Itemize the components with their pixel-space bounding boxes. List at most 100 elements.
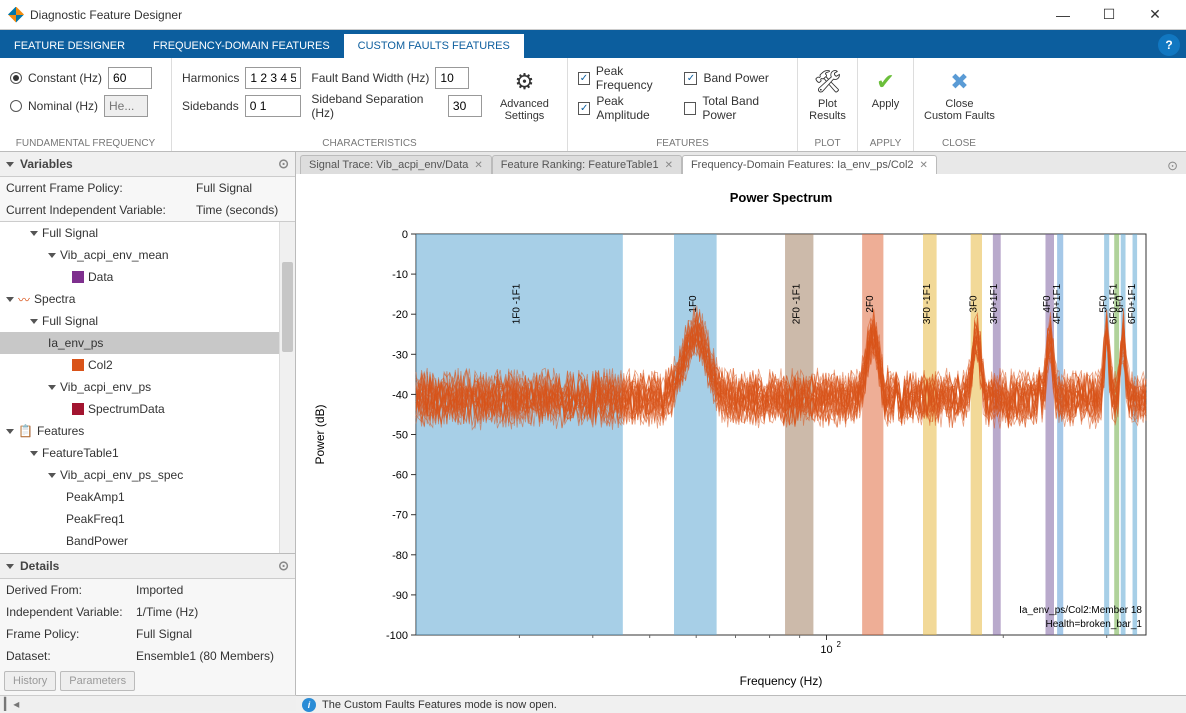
features-group-label: FEATURES bbox=[578, 136, 787, 151]
nominal-radio[interactable] bbox=[10, 100, 22, 112]
svg-text:3F0 -1F1: 3F0 -1F1 bbox=[922, 283, 933, 324]
characteristics-group-label: CHARACTERISTICS bbox=[182, 136, 557, 151]
constant-input[interactable] bbox=[108, 67, 152, 89]
gear-icon: ⚙ bbox=[510, 68, 538, 96]
power-spectrum-plot[interactable]: Power Spectrum1F0 -1F11F02F0 -1F12F03F0 … bbox=[296, 174, 1186, 695]
side-panel: Variables⊙ Current Frame Policy:Full Sig… bbox=[0, 152, 296, 695]
svg-text:Frequency (Hz): Frequency (Hz) bbox=[740, 674, 823, 688]
total-band-power-check[interactable] bbox=[684, 102, 696, 115]
tab-frequency-domain[interactable]: FREQUENCY-DOMAIN FEATURES bbox=[139, 34, 344, 58]
ribbon-toolbar: Constant (Hz) Nominal (Hz) FUNDAMENTAL F… bbox=[0, 58, 1186, 152]
tree-features[interactable]: Features bbox=[37, 424, 84, 438]
svg-text:Ia_env_ps/Col2:Member 18: Ia_env_ps/Col2:Member 18 bbox=[1019, 605, 1142, 616]
info-icon: i bbox=[302, 698, 316, 712]
constant-radio[interactable] bbox=[10, 72, 22, 84]
doctabs-gear-icon[interactable]: ⊙ bbox=[1167, 158, 1178, 174]
close-icon: ✖ bbox=[945, 68, 973, 96]
svg-text:2: 2 bbox=[836, 640, 841, 649]
tree-peakfreq[interactable]: PeakFreq1 bbox=[66, 512, 125, 526]
svg-text:-50: -50 bbox=[392, 430, 408, 442]
doc-tab-freq-features[interactable]: Frequency-Domain Features: Ia_env_ps/Col… bbox=[682, 155, 937, 174]
harmonics-input[interactable] bbox=[245, 67, 301, 89]
tree-data[interactable]: Data bbox=[88, 270, 113, 284]
apply-group-label: APPLY bbox=[868, 136, 903, 151]
tree-bandpower[interactable]: BandPower bbox=[66, 534, 128, 548]
sidebands-input[interactable] bbox=[245, 95, 301, 117]
close-window-button[interactable]: ✕ bbox=[1132, 0, 1178, 30]
tree-vib-spec[interactable]: Vib_acpi_env_ps_spec bbox=[60, 468, 183, 482]
tree-full-signal[interactable]: Full Signal bbox=[42, 226, 98, 240]
svg-text:0: 0 bbox=[402, 229, 408, 241]
tree-spectrum-data[interactable]: SpectrumData bbox=[88, 402, 165, 416]
fp-value: Full Signal bbox=[136, 627, 192, 641]
fundamental-group-label: FUNDAMENTAL FREQUENCY bbox=[10, 136, 161, 151]
nominal-label: Nominal (Hz) bbox=[28, 99, 98, 113]
color-swatch-icon bbox=[72, 359, 84, 371]
tree-spectra[interactable]: Spectra bbox=[34, 292, 75, 306]
fbw-label: Fault Band Width (Hz) bbox=[311, 71, 429, 85]
ssep-input[interactable] bbox=[448, 95, 482, 117]
peak-freq-label: Peak Frequency bbox=[596, 64, 675, 92]
svg-text:6F0+1F1: 6F0+1F1 bbox=[1127, 283, 1138, 324]
derived-value: Imported bbox=[136, 583, 183, 597]
peak-amp-label: Peak Amplitude bbox=[596, 94, 674, 122]
tree-peakamp[interactable]: PeakAmp1 bbox=[66, 490, 125, 504]
close-tab-icon[interactable]: ✕ bbox=[920, 160, 928, 171]
tree-col2[interactable]: Col2 bbox=[88, 358, 113, 372]
svg-text:-10: -10 bbox=[392, 269, 408, 281]
tab-feature-designer[interactable]: FEATURE DESIGNER bbox=[0, 34, 139, 58]
doc-tab-ranking[interactable]: Feature Ranking: FeatureTable1✕ bbox=[492, 155, 682, 174]
panel-gear-icon[interactable]: ⊙ bbox=[278, 558, 289, 574]
title-bar: Diagnostic Feature Designer — ☐ ✕ bbox=[0, 0, 1186, 30]
close-group-label: CLOSE bbox=[924, 136, 994, 151]
tree-vib-ps[interactable]: Vib_acpi_env_ps bbox=[60, 380, 151, 394]
variables-header[interactable]: Variables⊙ bbox=[0, 152, 295, 177]
help-button[interactable]: ? bbox=[1158, 34, 1180, 56]
tree-feature-table[interactable]: FeatureTable1 bbox=[42, 446, 119, 460]
main-tab-strip: FEATURE DESIGNER FREQUENCY-DOMAIN FEATUR… bbox=[0, 30, 1186, 58]
side-scroll-left[interactable]: ▎◂ bbox=[0, 695, 296, 711]
tree-scrollbar[interactable] bbox=[279, 222, 295, 553]
svg-text:Power (dB): Power (dB) bbox=[313, 404, 327, 464]
color-swatch-icon bbox=[72, 271, 84, 283]
main-document-area: Signal Trace: Vib_acpi_env/Data✕ Feature… bbox=[296, 152, 1186, 695]
maximize-button[interactable]: ☐ bbox=[1086, 0, 1132, 30]
ds-label: Dataset: bbox=[6, 649, 136, 663]
close-tab-icon[interactable]: ✕ bbox=[665, 160, 673, 171]
peak-amp-check[interactable]: ✓ bbox=[578, 102, 590, 115]
panel-gear-icon[interactable]: ⊙ bbox=[278, 156, 289, 172]
tools-icon: 🛠 bbox=[814, 68, 842, 96]
peak-freq-check[interactable]: ✓ bbox=[578, 72, 590, 85]
svg-text:6F0: 6F0 bbox=[1115, 295, 1126, 313]
color-swatch-icon bbox=[72, 403, 84, 415]
apply-button[interactable]: ✔Apply bbox=[868, 66, 903, 110]
band-power-check[interactable]: ✓ bbox=[684, 72, 697, 85]
tree-vib-mean[interactable]: Vib_acpi_env_mean bbox=[60, 248, 169, 262]
minimize-button[interactable]: — bbox=[1040, 0, 1086, 30]
fbw-input[interactable] bbox=[435, 67, 469, 89]
tree-full-signal-2[interactable]: Full Signal bbox=[42, 314, 98, 328]
check-icon: ✔ bbox=[872, 68, 900, 96]
close-tab-icon[interactable]: ✕ bbox=[474, 160, 482, 171]
variables-tree[interactable]: Full Signal Vib_acpi_env_mean Data 〰Spec… bbox=[0, 222, 295, 553]
svg-text:Power Spectrum: Power Spectrum bbox=[730, 190, 833, 205]
plot-results-button[interactable]: 🛠Plot Results bbox=[808, 66, 847, 122]
close-custom-faults-button[interactable]: ✖Close Custom Faults bbox=[924, 66, 995, 122]
matlab-logo-icon bbox=[8, 7, 24, 23]
advanced-settings-button[interactable]: ⚙ Advanced Settings bbox=[492, 66, 557, 122]
constant-label: Constant (Hz) bbox=[28, 71, 102, 85]
svg-text:1F0 -1F1: 1F0 -1F1 bbox=[511, 283, 522, 324]
details-panel: Details⊙ Derived From:Imported Independe… bbox=[0, 553, 295, 695]
svg-text:-20: -20 bbox=[392, 309, 408, 321]
tree-ia-env-ps[interactable]: Ia_env_ps bbox=[48, 336, 103, 350]
svg-text:2F0: 2F0 bbox=[865, 295, 876, 313]
doc-tab-signal-trace[interactable]: Signal Trace: Vib_acpi_env/Data✕ bbox=[300, 155, 492, 174]
svg-text:-40: -40 bbox=[392, 389, 408, 401]
tab-custom-faults[interactable]: CUSTOM FAULTS FEATURES bbox=[344, 34, 524, 58]
svg-text:3F0+1F1: 3F0+1F1 bbox=[989, 283, 1000, 324]
history-button[interactable]: History bbox=[4, 671, 56, 691]
parameters-button[interactable]: Parameters bbox=[60, 671, 135, 691]
harmonics-label: Harmonics bbox=[182, 71, 239, 85]
features-icon: 📋 bbox=[18, 424, 33, 438]
details-header[interactable]: Details⊙ bbox=[0, 554, 295, 579]
